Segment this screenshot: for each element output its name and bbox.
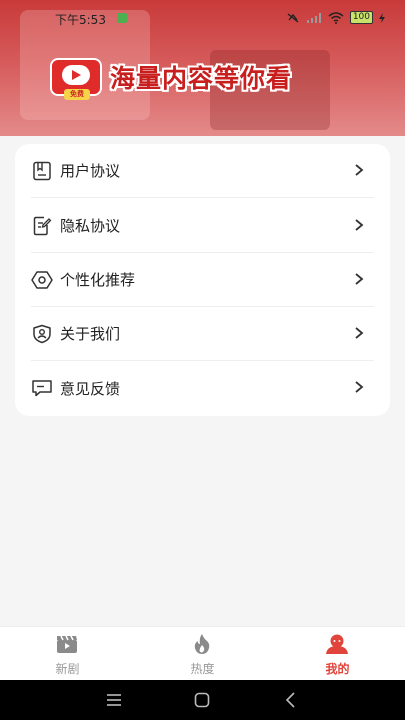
menu-item-user-agreement[interactable]: 用户协议 [31, 144, 374, 198]
privacy-edit-icon [31, 215, 53, 237]
chevron-right-icon [355, 164, 364, 176]
menu-item-label: 用户协议 [60, 162, 121, 180]
notification-icon [117, 13, 127, 23]
status-time: 下午5:53 [55, 13, 106, 27]
menu-item-label: 意见反馈 [60, 379, 121, 398]
tab-new-dramas[interactable]: 新剧 [0, 627, 135, 681]
flame-icon [194, 634, 210, 654]
menu-item-label: 个性化推荐 [60, 271, 136, 289]
system-navigation-bar [0, 680, 405, 720]
status-bar: 下午5:53 100 [0, 8, 405, 30]
settings-gear-icon [31, 269, 53, 291]
tab-label: 我的 [325, 662, 350, 676]
back-icon[interactable] [282, 691, 300, 709]
document-icon [31, 160, 53, 182]
free-badge: 免费 [64, 89, 90, 100]
status-icons: 100 [286, 11, 385, 24]
battery-indicator: 100 [349, 11, 373, 24]
app-logo: 免费 [50, 58, 102, 100]
menu-item-personalized-recommendation[interactable]: 个性化推荐 [31, 253, 374, 307]
chevron-right-icon [355, 219, 364, 231]
promo-banner: 免费 海量内容等你看 [50, 58, 293, 100]
home-icon[interactable] [193, 691, 211, 709]
chevron-right-icon [355, 327, 364, 339]
shield-user-icon [31, 323, 53, 345]
tab-mine[interactable]: 我的 [270, 627, 405, 681]
menu-item-privacy-agreement[interactable]: 隐私协议 [31, 199, 374, 253]
chevron-right-icon [355, 381, 364, 393]
profile-icon [326, 634, 348, 654]
tab-label: 热度 [190, 662, 215, 676]
settings-menu: 用户协议 隐私协议 个性化推荐 关于我们 意见反馈 [15, 144, 390, 416]
chevron-right-icon [355, 273, 364, 285]
clapperboard-icon [57, 635, 77, 653]
wifi-icon [328, 11, 344, 24]
tab-label: 新剧 [55, 662, 80, 676]
menu-item-about-us[interactable]: 关于我们 [31, 307, 374, 361]
banner-slogan: 海量内容等你看 [110, 64, 293, 93]
bottom-tab-bar: 新剧 热度 我的 [0, 626, 405, 680]
menu-item-label: 关于我们 [60, 325, 121, 343]
charging-icon [379, 12, 385, 23]
silent-mode-icon [287, 12, 299, 23]
feedback-message-icon [31, 377, 53, 399]
play-icon [62, 65, 90, 85]
menu-item-label: 隐私协议 [60, 217, 121, 235]
menu-icon[interactable] [105, 691, 123, 709]
tab-trending[interactable]: 热度 [135, 627, 270, 681]
profile-header: 下午5:53 100 免费 海量内容等你看 [0, 0, 405, 136]
menu-item-feedback[interactable]: 意见反馈 [31, 361, 374, 415]
signal-icon [306, 13, 321, 23]
